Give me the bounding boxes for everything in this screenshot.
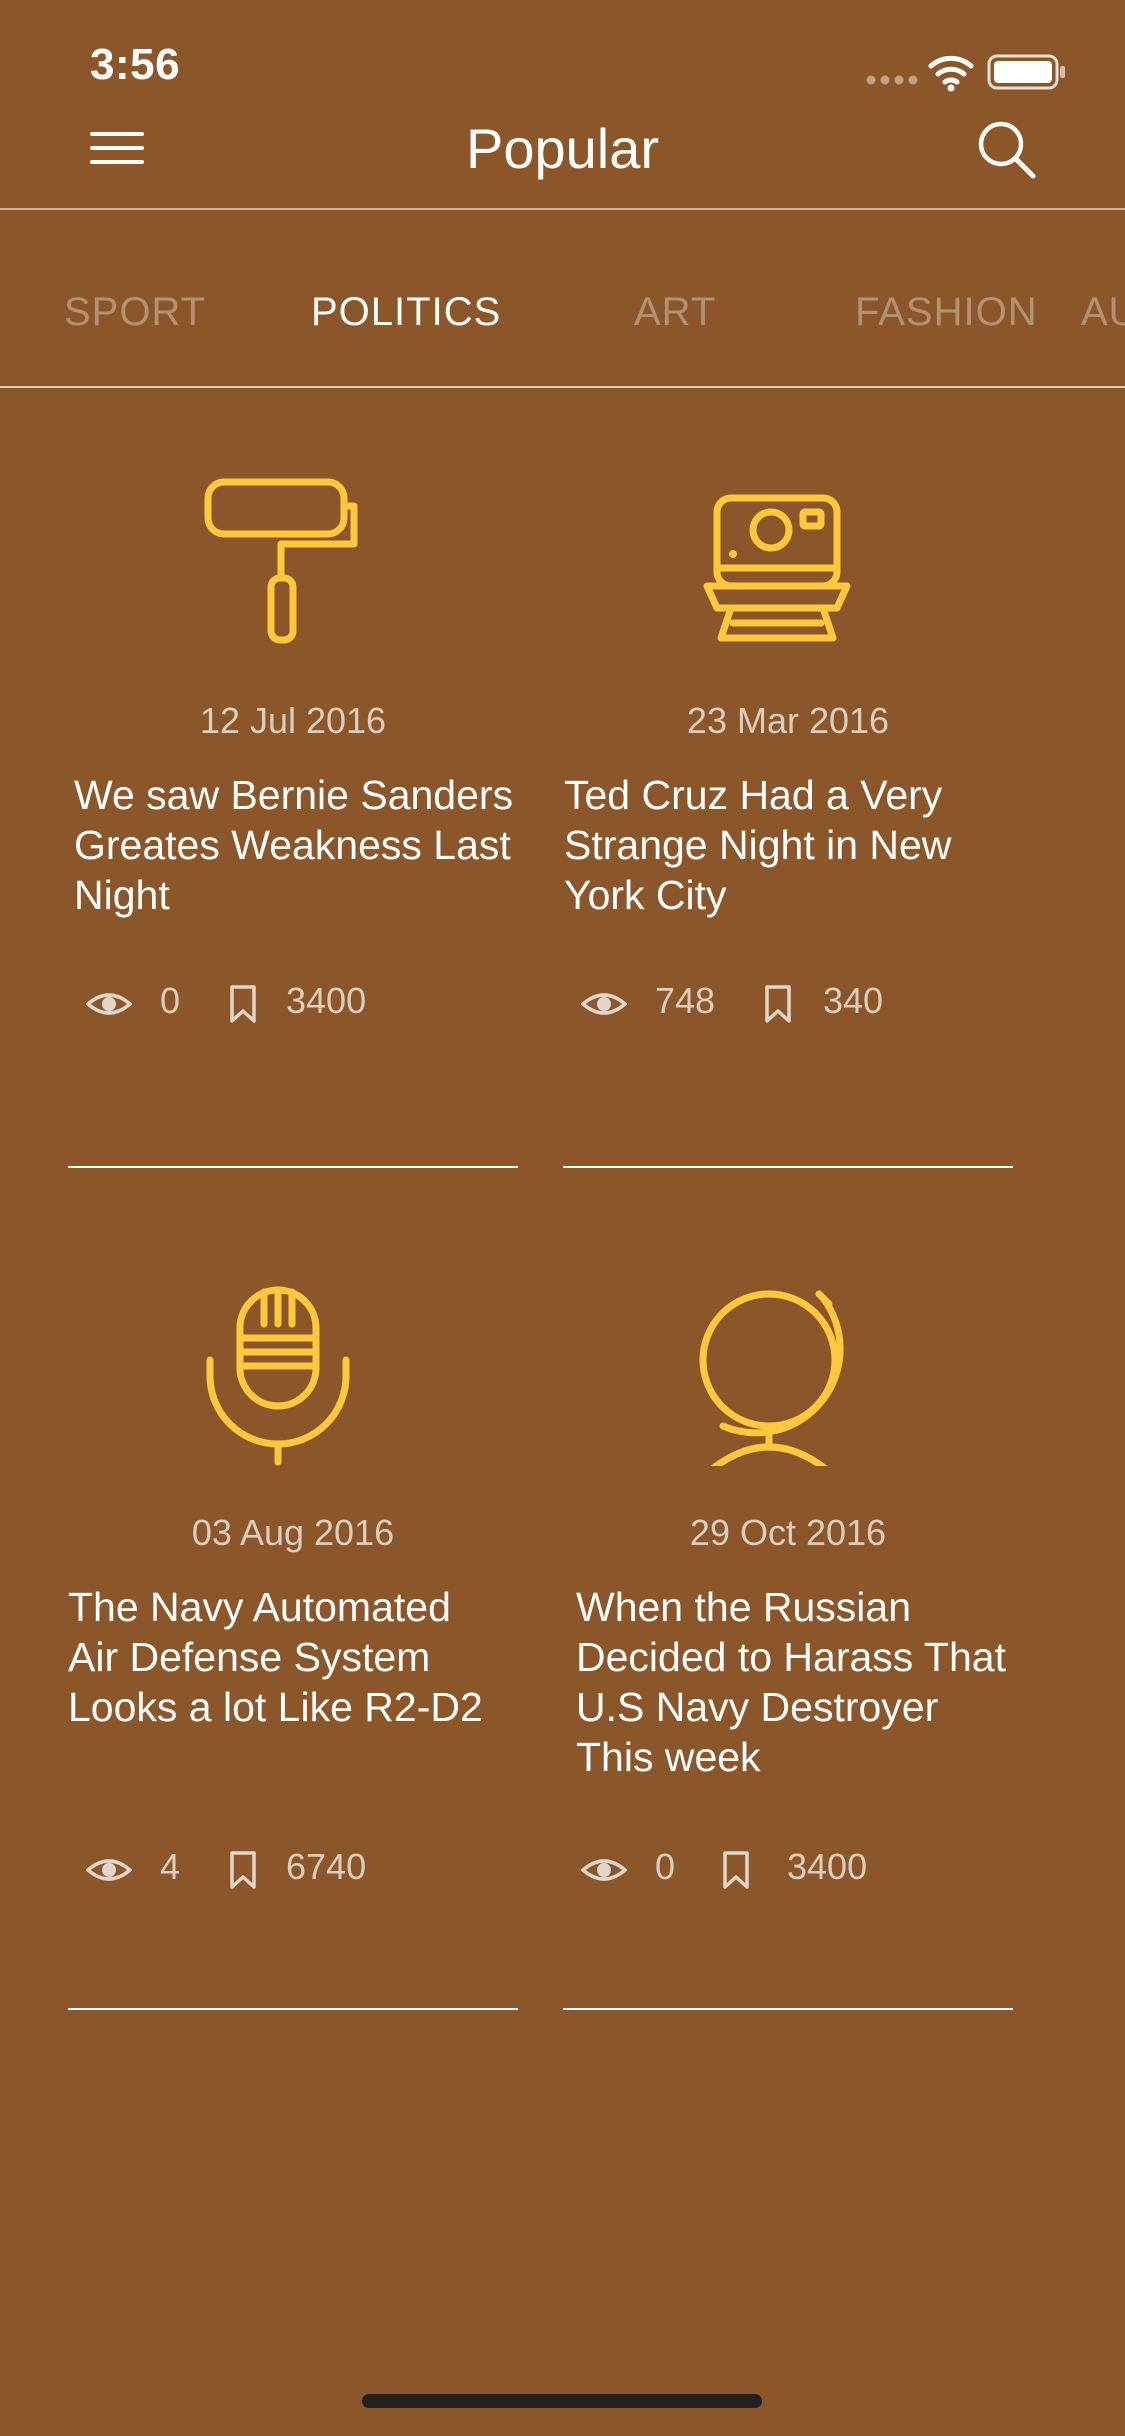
paint-roller-icon <box>196 460 366 650</box>
card-divider <box>563 2008 1013 2010</box>
article-stats: 4 6740 <box>86 1846 506 1896</box>
tab-sport[interactable]: SPORT <box>64 290 206 335</box>
article-stats: 748 340 <box>581 980 1001 1030</box>
bookmark-count: 3400 <box>286 980 367 1021</box>
signal-wifi-battery-icon <box>866 54 1065 92</box>
microphone-icon <box>198 1276 368 1466</box>
eye-icon <box>581 1859 627 1881</box>
view-count: 4 <box>160 1846 181 1887</box>
search-icon <box>978 121 1036 179</box>
article-stats: 0 3400 <box>581 1846 1001 1896</box>
status-time: 3:56 <box>90 40 181 89</box>
card-divider <box>68 1166 518 1168</box>
card-divider <box>563 1166 1013 1168</box>
article-stats: 0 3400 <box>86 980 506 1030</box>
bookmark-count: 6740 <box>286 1846 367 1887</box>
bookmark-count: 3400 <box>787 1846 868 1887</box>
article-card[interactable]: 29 Oct 2016 When the Russian Decided to … <box>563 1276 1013 2012</box>
article-card[interactable]: 03 Aug 2016 The Navy Automated Air Defen… <box>68 1276 518 2012</box>
article-date: 29 Oct 2016 <box>689 1512 887 1553</box>
polaroid-camera-icon <box>693 460 863 650</box>
view-count: 748 <box>655 980 716 1021</box>
tab-fashion[interactable]: FASHION <box>855 290 1038 335</box>
eye-icon <box>86 993 132 1015</box>
tab-au[interactable]: AU <box>1081 290 1125 335</box>
globe-icon <box>693 1276 863 1474</box>
article-date: 23 Mar 2016 <box>686 700 890 741</box>
tab-art[interactable]: ART <box>634 290 716 335</box>
eye-icon <box>86 1859 132 1881</box>
card-divider <box>68 2008 518 2010</box>
navigation-bar: Popular <box>0 100 1125 210</box>
eye-icon <box>581 993 627 1015</box>
bookmark-count: 340 <box>823 980 884 1021</box>
article-card[interactable]: 12 Jul 2016 We saw Bernie Sanders Greate… <box>68 460 518 1170</box>
article-title[interactable]: Ted Cruz Had a Very Strange Night in New… <box>564 770 1004 920</box>
article-title[interactable]: We saw Bernie Sanders Greates Weakness L… <box>74 770 514 920</box>
bookmark-icon[interactable] <box>228 1850 258 1890</box>
search-button[interactable] <box>975 118 1039 182</box>
category-tabs: SPORT POLITICS ART FASHION AU <box>0 210 1125 388</box>
bookmark-icon[interactable] <box>721 1850 751 1890</box>
home-indicator[interactable] <box>362 2394 762 2408</box>
page-title: Popular <box>465 117 660 180</box>
article-date: 12 Jul 2016 <box>199 700 387 741</box>
article-card[interactable]: 23 Mar 2016 Ted Cruz Had a Very Strange … <box>563 460 1013 1170</box>
view-count: 0 <box>160 980 181 1021</box>
bookmark-icon[interactable] <box>228 984 258 1024</box>
article-title[interactable]: The Navy Automated Air Defense System Lo… <box>68 1582 508 1732</box>
bookmark-icon[interactable] <box>763 984 793 1024</box>
tab-politics[interactable]: POLITICS <box>311 290 501 335</box>
view-count: 0 <box>655 1846 676 1887</box>
article-date: 03 Aug 2016 <box>191 1512 395 1553</box>
status-icons <box>861 50 1081 94</box>
article-title[interactable]: When the Russian Decided to Harass That … <box>576 1582 1016 1782</box>
